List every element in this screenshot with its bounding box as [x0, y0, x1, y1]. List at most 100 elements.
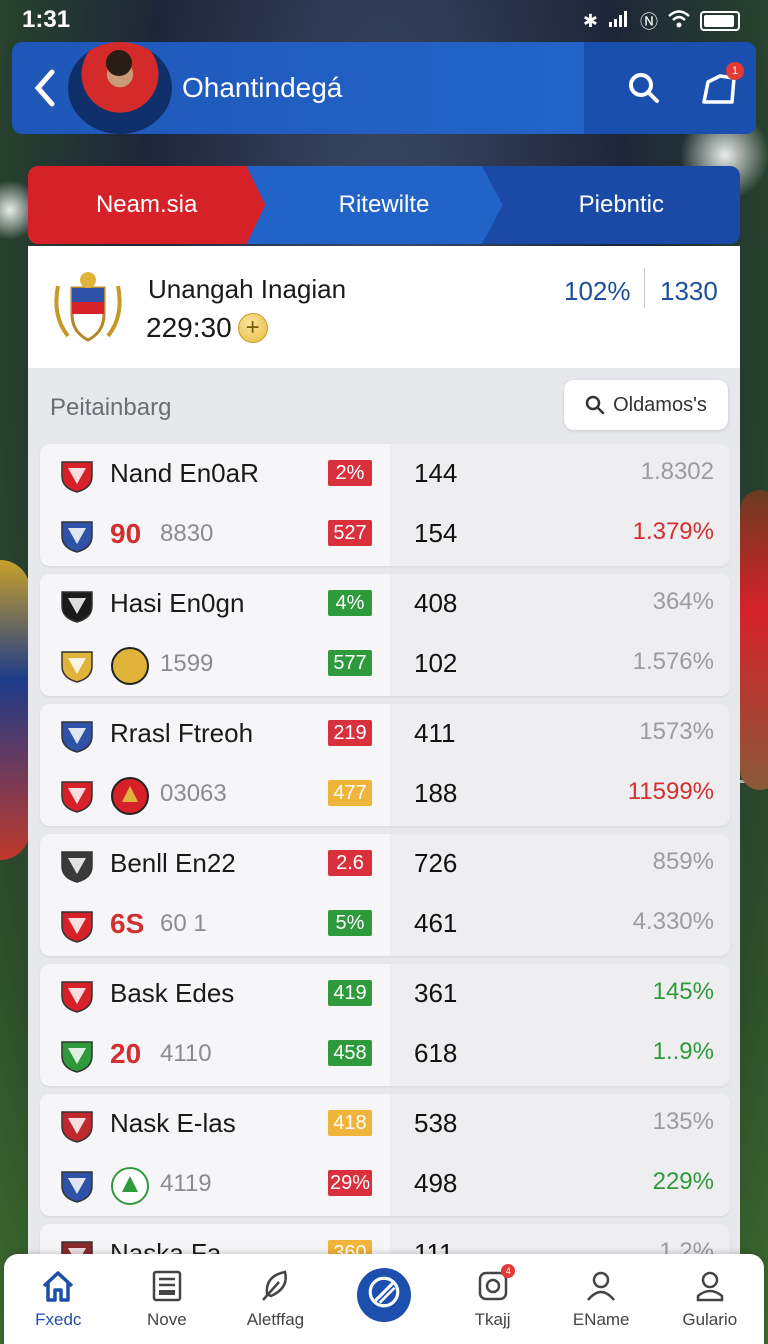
match-row: 4119 29% 498 229% — [40, 1154, 730, 1214]
stat-percent: 1..9% — [652, 1038, 714, 1065]
stat-percent: 135% — [652, 1108, 714, 1135]
match-row: 03063 477 188 11599% — [40, 764, 730, 824]
nav-label: Gulario — [682, 1310, 738, 1329]
stat-percent: 364% — [652, 588, 714, 615]
nav-item-camera[interactable]: 4 Tkajj — [438, 1254, 547, 1344]
stat-percent: 1.8302 — [640, 458, 714, 485]
summary-count: 1330 — [660, 276, 718, 306]
stat-percent: 145% — [652, 978, 714, 1005]
match-row: Bask Edes 419 361 145% — [40, 964, 730, 1024]
team-crest-icon — [61, 911, 93, 943]
nav-item-news[interactable]: Nove — [113, 1254, 222, 1344]
team-crest-icon — [61, 851, 93, 883]
section-title: Peitainbarg — [50, 394, 172, 421]
nav-item-profile[interactable]: Gulario — [655, 1254, 764, 1344]
team-name: Bask Edes — [110, 978, 235, 1008]
match-row: 20 4110 458 618 1..9% — [40, 1024, 730, 1084]
team-emblem-icon — [111, 777, 149, 815]
team-crest-icon — [61, 591, 93, 623]
team-crest-icon — [61, 1171, 93, 1203]
nav-item-feather[interactable]: Aletffag — [221, 1254, 330, 1344]
team-crest-icon — [61, 781, 93, 813]
team-score: 6S — [110, 908, 145, 939]
stat-percent: 859% — [652, 848, 714, 875]
match-card[interactable]: Nask E-las 418 538 135% 4119 29% 498 229% — [40, 1094, 730, 1216]
search-button[interactable] — [626, 70, 662, 106]
notifications-button[interactable]: 1 — [700, 62, 744, 108]
odds-badge: 2.6 — [328, 850, 372, 876]
page-title: Ohantindegá — [182, 72, 343, 103]
stat-percent: 1573% — [639, 718, 714, 745]
match-row: 6S 60 1 5% 461 4.330% — [40, 894, 730, 954]
main-panel: Unangah Inagian 229:30 + 102% 1330 Peita… — [28, 246, 740, 1266]
nav-item-user[interactable]: EName — [547, 1254, 656, 1344]
team-crest-icon — [61, 981, 93, 1013]
team-name: Nand En0aR — [110, 458, 259, 488]
nav-label: Tkajj — [474, 1310, 511, 1329]
stat-percent: 11599% — [627, 778, 714, 805]
tab-2[interactable]: Ritewilte — [243, 166, 503, 244]
app-header: Ohantindegá 1 — [12, 42, 756, 134]
team-emblem-icon — [111, 1167, 149, 1205]
odds-badge: 577 — [328, 650, 372, 676]
team-emblem-icon — [111, 647, 149, 685]
team-sub-value: 4110 — [160, 1040, 212, 1067]
odds-badge: 219 — [328, 720, 372, 746]
stat-value: 361 — [414, 978, 458, 1008]
odds-badge: 2% — [328, 460, 372, 486]
plus-icon[interactable]: + — [237, 313, 268, 343]
tab-3[interactable]: Piebntic — [480, 166, 740, 244]
stat-percent: 4.330% — [632, 908, 714, 935]
filter-button[interactable]: Oldamos's — [564, 380, 728, 430]
player-avatar[interactable] — [68, 42, 172, 134]
news-icon — [152, 1270, 182, 1302]
status-time: 1:31 — [22, 6, 71, 33]
team-crest-icon — [61, 721, 93, 753]
tab-1[interactable]: Neam.sia — [28, 166, 266, 244]
stat-percent: 229% — [652, 1168, 714, 1195]
nav-label: Aletffag — [246, 1310, 305, 1329]
center-action-button[interactable] — [357, 1268, 412, 1322]
user-icon — [587, 1271, 616, 1301]
filter-label: Oldamos's — [613, 393, 707, 416]
match-card[interactable]: Benll En22 2.6 726 859% 6S 60 1 5% 461 4.330% — [40, 834, 730, 956]
bottom-nav: Fxedc Nove Aletffag 4 Tkajj EName Gulari… — [4, 1254, 764, 1344]
stat-percent: 1.576% — [632, 648, 714, 675]
back-button[interactable] — [30, 66, 66, 110]
team-sub-value: 8830 — [160, 520, 214, 547]
background-player — [0, 560, 30, 860]
team-summary-card[interactable]: Unangah Inagian 229:30 + 102% 1330 — [28, 246, 740, 368]
team-crest-icon — [61, 521, 93, 553]
team-sub-value: 60 1 — [160, 910, 207, 937]
bluetooth-icon: ✱ — [582, 10, 598, 31]
match-card[interactable]: Nand En0aR 2% 144 1.8302 90 8830 527 154 1.379% — [40, 444, 730, 566]
team-crest-icon — [61, 461, 93, 493]
summary-percent: 102% — [564, 276, 631, 306]
chevron-left-icon — [34, 69, 55, 107]
team-name: Rrasl Ftreoh — [110, 718, 254, 748]
stat-value: 726 — [414, 848, 458, 878]
match-card[interactable]: Hasi En0gn 4% 408 364% 1599 577 102 1.576% — [40, 574, 730, 696]
nav-label: Nove — [147, 1310, 187, 1329]
team-name: Hasi En0gn — [110, 588, 245, 618]
odds-badge: 458 — [328, 1040, 372, 1066]
match-card[interactable]: Rrasl Ftreoh 219 411 1573% 03063 477 188 11599% — [40, 704, 730, 826]
odds-badge: 527 — [328, 520, 372, 546]
team-name: Benll En22 — [110, 848, 236, 878]
team-crest-icon — [61, 1111, 93, 1143]
profile-icon — [696, 1271, 723, 1302]
wifi-icon — [668, 9, 690, 33]
match-row: Benll En22 2.6 726 859% — [40, 834, 730, 894]
team-crest-icon — [61, 1041, 93, 1073]
divider — [644, 268, 645, 308]
feather-icon — [262, 1270, 288, 1301]
summary-time: 229:30 + — [146, 312, 268, 344]
match-row: 1599 577 102 1.576% — [40, 634, 730, 694]
match-card[interactable]: Bask Edes 419 361 145% 20 4110 458 618 1..9% — [40, 964, 730, 1086]
nav-item-home[interactable]: Fxedc — [4, 1254, 113, 1344]
nav-item-center-action[interactable] — [330, 1254, 439, 1344]
notification-badge: 1 — [726, 62, 744, 80]
tab-bar: Neam.sia Ritewilte Piebntic — [28, 166, 740, 244]
stat-value: 461 — [414, 908, 458, 938]
nav-badge: 4 — [501, 1264, 516, 1278]
